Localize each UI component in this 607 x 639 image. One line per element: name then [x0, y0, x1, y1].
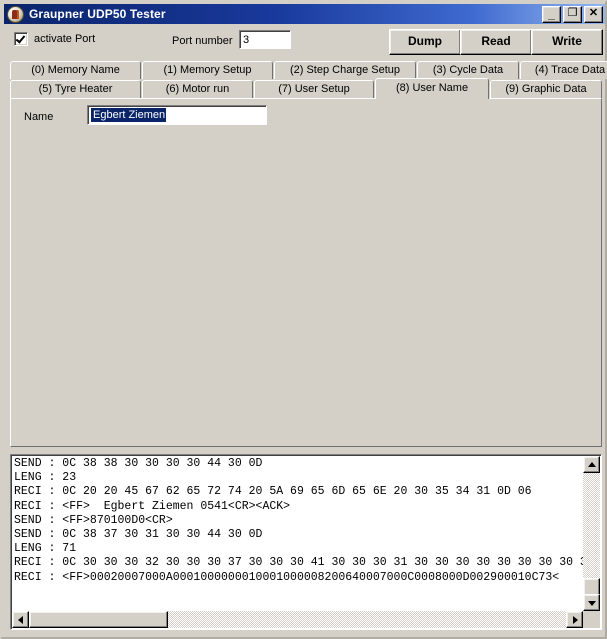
horizontal-scroll-thumb[interactable]: [29, 611, 168, 628]
dump-button[interactable]: Dump: [389, 29, 461, 55]
close-icon: ✕: [588, 6, 599, 19]
name-label: Name: [24, 111, 54, 123]
tab-tyre-heater[interactable]: (5) Tyre Heater: [10, 80, 141, 98]
log-horizontal-scrollbar[interactable]: [12, 611, 583, 628]
scroll-left-button[interactable]: [12, 611, 29, 628]
name-input[interactable]: Egbert Ziemen: [87, 105, 267, 125]
application-window: Graupner UDP50 Tester _ ❐ ✕ activate Por…: [0, 0, 607, 639]
minimize-button[interactable]: _: [542, 5, 561, 23]
scroll-up-button[interactable]: [583, 456, 600, 473]
log-text: SEND : 0C 38 38 30 30 30 30 44 30 0D LEN…: [14, 457, 584, 584]
tab-bar: (0) Memory Name (1) Memory Setup (2) Ste…: [10, 60, 607, 99]
maximize-button[interactable]: ❐: [563, 5, 582, 23]
close-button[interactable]: ✕: [584, 5, 603, 23]
tab-cycle-data[interactable]: (3) Cycle Data: [417, 61, 519, 79]
tab-step-charge-setup[interactable]: (2) Step Charge Setup: [274, 61, 416, 79]
tab-trace-data[interactable]: (4) Trace Data: [520, 61, 607, 79]
scrollbar-corner: [583, 611, 600, 628]
chevron-up-icon: [587, 461, 596, 467]
chevron-right-icon: [572, 615, 578, 624]
tab-content-user-name: Name Egbert Ziemen: [10, 98, 602, 447]
window-title: Graupner UDP50 Tester: [29, 7, 166, 21]
write-button[interactable]: Write: [531, 29, 603, 55]
activate-port-row[interactable]: activate Port: [14, 32, 95, 46]
scroll-down-button[interactable]: [583, 594, 600, 611]
read-button[interactable]: Read: [460, 29, 532, 55]
scroll-right-button[interactable]: [566, 611, 583, 628]
app-icon: [7, 5, 24, 23]
activate-port-label: activate Port: [34, 33, 96, 45]
log-panel[interactable]: SEND : 0C 38 38 30 30 30 30 44 30 0D LEN…: [10, 454, 602, 630]
tab-memory-setup[interactable]: (1) Memory Setup: [142, 61, 273, 79]
port-number-label: Port number: [172, 35, 233, 47]
tab-memory-name[interactable]: (0) Memory Name: [10, 61, 141, 79]
log-vertical-scrollbar[interactable]: [583, 456, 600, 611]
tab-user-name[interactable]: (8) User Name: [375, 78, 489, 99]
title-bar: Graupner UDP50 Tester _ ❐ ✕: [4, 4, 605, 24]
chevron-left-icon: [17, 615, 23, 624]
tab-user-setup[interactable]: (7) User Setup: [254, 80, 374, 98]
maximize-icon: ❐: [567, 6, 578, 19]
toolbar: activate Port Port number 3 Dump Read Wr…: [4, 26, 605, 58]
activate-port-checkbox[interactable]: [14, 32, 28, 46]
tab-graphic-data[interactable]: (9) Graphic Data: [490, 80, 602, 98]
minimize-icon: _: [548, 6, 555, 21]
port-number-input[interactable]: 3: [239, 30, 291, 49]
chevron-down-icon: [587, 600, 596, 606]
tab-motor-run[interactable]: (6) Motor run: [142, 80, 253, 98]
name-input-value: Egbert Ziemen: [91, 108, 167, 122]
